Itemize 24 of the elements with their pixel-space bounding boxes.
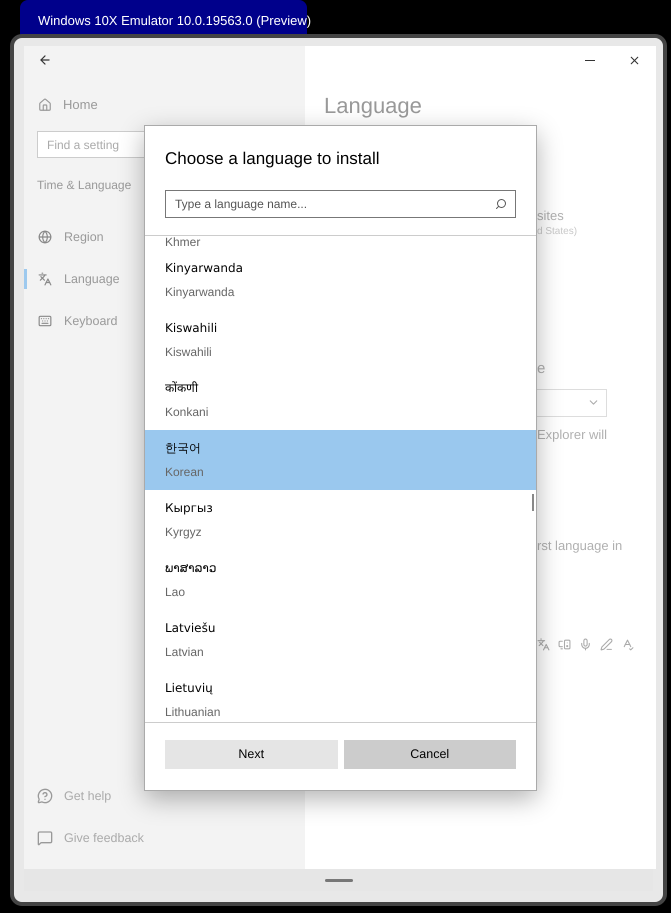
page-text: Explorer will: [537, 426, 608, 444]
native-name: Kiswahili: [165, 320, 218, 336]
english-name: Kyrgyz: [165, 525, 202, 539]
native-name: ພາສາລາວ: [165, 560, 216, 576]
section-title: Time & Language: [37, 177, 132, 194]
english-name: Lao: [165, 585, 186, 599]
native-name: कोंकणी: [165, 380, 198, 396]
language-name: Khmer: [165, 236, 200, 248]
dialog-title: Choose a language to install: [165, 148, 381, 170]
english-name: Kiswahili: [165, 345, 212, 359]
page-title: Language: [324, 95, 423, 117]
page-text: rst language in: [537, 537, 624, 555]
native-name: Kinyarwanda: [165, 260, 243, 276]
english-name: Korean: [165, 465, 204, 479]
english-name: Konkani: [165, 405, 208, 419]
native-name: 한국어: [165, 440, 201, 456]
page-text: sites: [537, 207, 565, 224]
native-name: Кыргыз: [165, 500, 213, 516]
native-name: Lietuvių: [165, 680, 213, 696]
english-name: Lithuanian: [165, 705, 220, 719]
english-name: Latvian: [165, 645, 204, 659]
page-heading: e: [537, 359, 546, 379]
native-name: Latviešu: [165, 620, 216, 636]
english-name: Kinyarwanda: [165, 285, 234, 299]
